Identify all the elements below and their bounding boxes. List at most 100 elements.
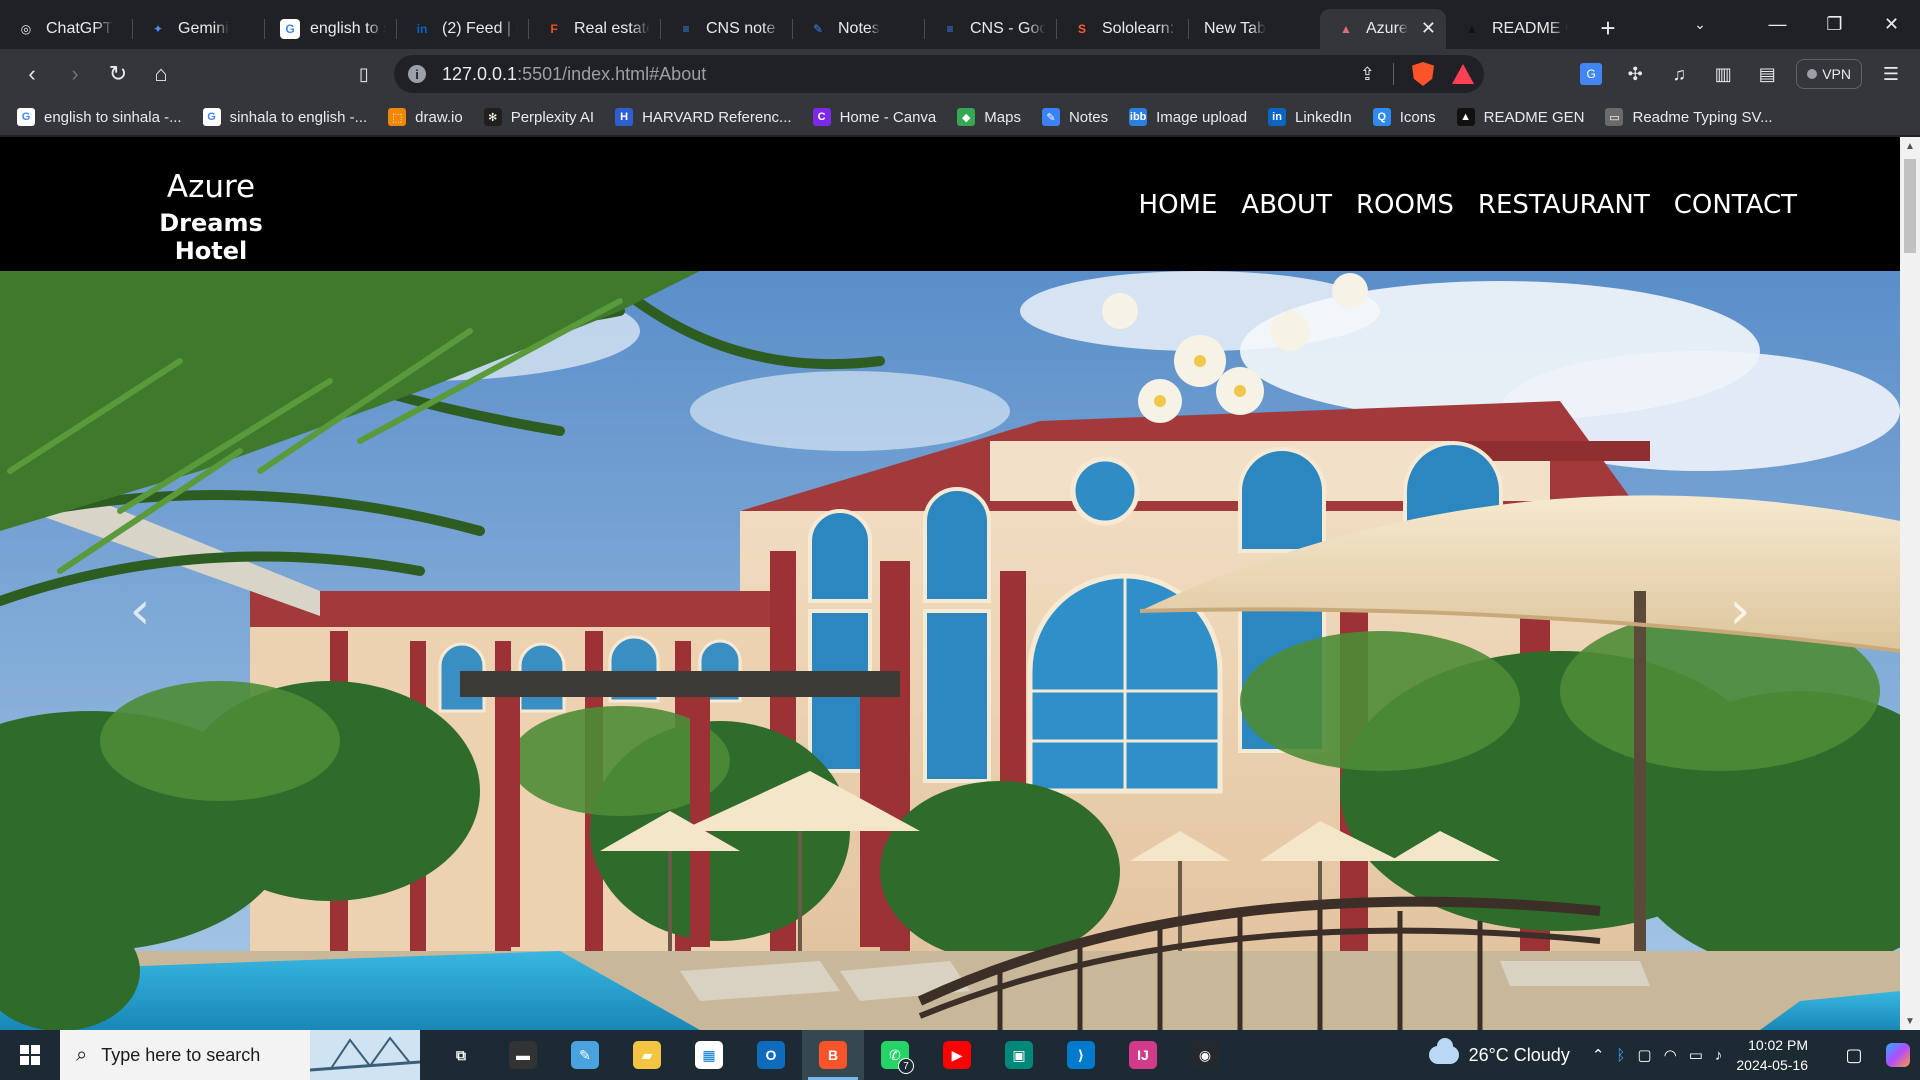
carousel-next-button[interactable]: › [1720,571,1760,651]
bookmark-item[interactable]: C Home - Canva [812,102,946,132]
taskbar-app-button[interactable]: B [802,1030,864,1080]
nav-about[interactable]: ABOUT [1241,190,1332,220]
bookmark-item[interactable]: ◆ Maps [957,102,1030,132]
media-controls-icon[interactable]: ♫ [1664,59,1694,89]
tab-label: Gemini [178,19,229,37]
restore-button[interactable]: ❐ [1806,0,1863,49]
cloud-weather-icon [1428,1038,1459,1064]
carousel-prev-button[interactable]: ‹ [120,571,160,651]
logo-subtitle: Dreams Hotel [159,209,263,265]
close-window-button[interactable]: ✕ [1863,0,1920,49]
browser-tab[interactable]: New Tab [1188,9,1320,49]
scroll-up-arrow-icon[interactable]: ▲ [1900,137,1920,155]
bookmark-item[interactable]: ibb Image upload [1129,102,1256,132]
taskbar-app-button[interactable]: ◉ [1174,1030,1236,1080]
bookmark-label: LinkedIn [1295,108,1352,126]
browser-tab[interactable]: ◎ ChatGPT [0,9,132,49]
start-button[interactable] [0,1030,60,1080]
minimize-button[interactable]: — [1749,0,1806,49]
taskbar-app-button[interactable]: ▶ [926,1030,988,1080]
bookmark-button[interactable]: ▯ [346,56,382,92]
windows-logo-icon [20,1045,40,1065]
extensions-puzzle-icon[interactable]: ✣ [1620,59,1650,89]
bookmark-item[interactable]: ✻ Perplexity AI [483,102,603,132]
menu-icon[interactable]: ☰ [1876,59,1906,89]
page-scrollbar[interactable]: ▲ ▼ [1900,137,1920,1030]
taskbar-app-button[interactable]: IJ [1112,1030,1174,1080]
brave-rewards-icon[interactable] [1452,64,1474,84]
terminal-icon: ▬ [509,1041,537,1069]
new-tab-button[interactable]: + [1588,9,1628,49]
address-bar[interactable]: i 127.0.0.1:5501/index.html#About ⇪ [394,55,1484,93]
bookmark-item[interactable]: Genglish to sinhala -... [17,102,191,132]
url-text[interactable]: 127.0.0.1:5501/index.html#About [442,64,706,85]
notification-center-icon[interactable]: ▢ [1832,1030,1876,1080]
nav-contact[interactable]: CONTACT [1674,190,1797,220]
taskbar-app-button[interactable]: ▣ [988,1030,1050,1080]
vpn-button[interactable]: VPN [1796,59,1862,89]
bluetooth-icon[interactable]: ᛒ [1616,1047,1625,1064]
page-viewport: Azure Dreams Hotel HOME ABOUT ROOMS REST… [0,137,1920,1030]
back-button[interactable]: ‹ [14,56,50,92]
bookmark-item[interactable]: ▲ README GEN [1456,102,1594,132]
site-info-icon[interactable]: i [408,65,426,83]
scrollbar-thumb[interactable] [1904,159,1916,253]
taskbar-app-button[interactable]: ✆ 7 [864,1030,926,1080]
taskbar-app-button[interactable]: O [740,1030,802,1080]
bookmark-label: sinhala to english -... [229,108,368,126]
bookmark-item[interactable]: Gsinhala to english -... [202,102,377,132]
taskbar-app-button[interactable]: ▰ [616,1030,678,1080]
bookmark-item[interactable]: ✎ Notes [1041,102,1117,132]
taskbar-app-button[interactable]: ▬ [492,1030,554,1080]
wallet-icon[interactable]: ▤ [1752,59,1782,89]
bookmark-item[interactable]: in LinkedIn [1268,102,1361,132]
weather-widget[interactable]: 26°C Cloudy [1428,1038,1570,1066]
nav-restaurant[interactable]: RESTAURANT [1478,190,1650,220]
sidebar-toggle-icon[interactable]: ▥ [1708,59,1738,89]
nav-rooms[interactable]: ROOMS [1356,190,1454,220]
share-icon[interactable]: ⇪ [1360,64,1375,85]
close-tab-icon[interactable]: ✕ [1417,18,1436,39]
browser-tab-strip: ◎ ChatGPT ✦ Gemini Genglish to s in (2) Feed |… [0,0,1920,49]
browser-tab[interactable]: in (2) Feed | Li [396,9,528,49]
battery-icon[interactable]: ▭ [1689,1046,1703,1064]
taskbar-app-button[interactable]: ✎ [554,1030,616,1080]
browser-tab[interactable]: ▲ Azure ✕ [1320,8,1446,49]
wifi-icon[interactable]: ◠ [1664,1046,1677,1064]
copilot-icon[interactable] [1876,1030,1920,1080]
taskbar-clock[interactable]: 10:02 PM 2024-05-16 [1736,1035,1808,1075]
browser-tab[interactable]: S Sololearn: l [1056,9,1188,49]
bookmark-item[interactable]: ⬚ draw.io [388,102,472,132]
taskbar-app-button[interactable]: ⟩ [1050,1030,1112,1080]
home-button[interactable]: ⌂ [143,56,179,92]
tab-search-button[interactable]: ⌄ [1680,4,1720,44]
nav-home[interactable]: HOME [1139,190,1218,220]
bookmark-item[interactable]: ▭ Readme Typing SV... [1605,102,1781,132]
browser-tab[interactable]: ≡ CNS - Goo [924,9,1056,49]
brave-shields-icon[interactable] [1412,62,1434,86]
scroll-down-arrow-icon[interactable]: ▼ [1900,1012,1920,1030]
browser-tab[interactable]: F Real estate [528,9,660,49]
translate-extension-icon[interactable]: G [1576,59,1606,89]
forward-button[interactable]: › [57,56,93,92]
site-logo[interactable]: Azure Dreams Hotel [133,169,289,265]
browser-tab[interactable]: ✎ Notes [792,9,924,49]
bookmark-item[interactable]: Q Icons [1372,102,1445,132]
taskbar-app-button[interactable]: ⧉ [430,1030,492,1080]
bookmark-item[interactable]: H HARVARD Referenc... [615,102,801,132]
browser-tab[interactable]: ▲ README G [1446,9,1578,49]
taskbar-app-button[interactable]: ▦ [678,1030,740,1080]
reload-button[interactable]: ↻ [100,56,136,92]
microsoft-store-icon: ▦ [695,1041,723,1069]
browser-tab[interactable]: ✦ Gemini [132,9,264,49]
device-icon[interactable]: ▢ [1637,1046,1651,1064]
volume-icon[interactable]: ♪ [1715,1047,1723,1064]
bookmark-label: HARVARD Referenc... [642,108,792,126]
bookmark-label: README GEN [1483,108,1585,126]
url-path: :5501/index.html#About [517,63,707,84]
browser-toolbar: ‹ › ↻ ⌂ ▯ i 127.0.0.1:5501/index.html#Ab… [0,49,1920,99]
browser-tab[interactable]: ≡ CNS note - [660,9,792,49]
browser-tab[interactable]: Genglish to s [264,9,396,49]
chevron-up-icon[interactable]: ⌃ [1592,1046,1605,1064]
taskbar-search-box[interactable]: ⌕ Type here to search [60,1030,420,1080]
